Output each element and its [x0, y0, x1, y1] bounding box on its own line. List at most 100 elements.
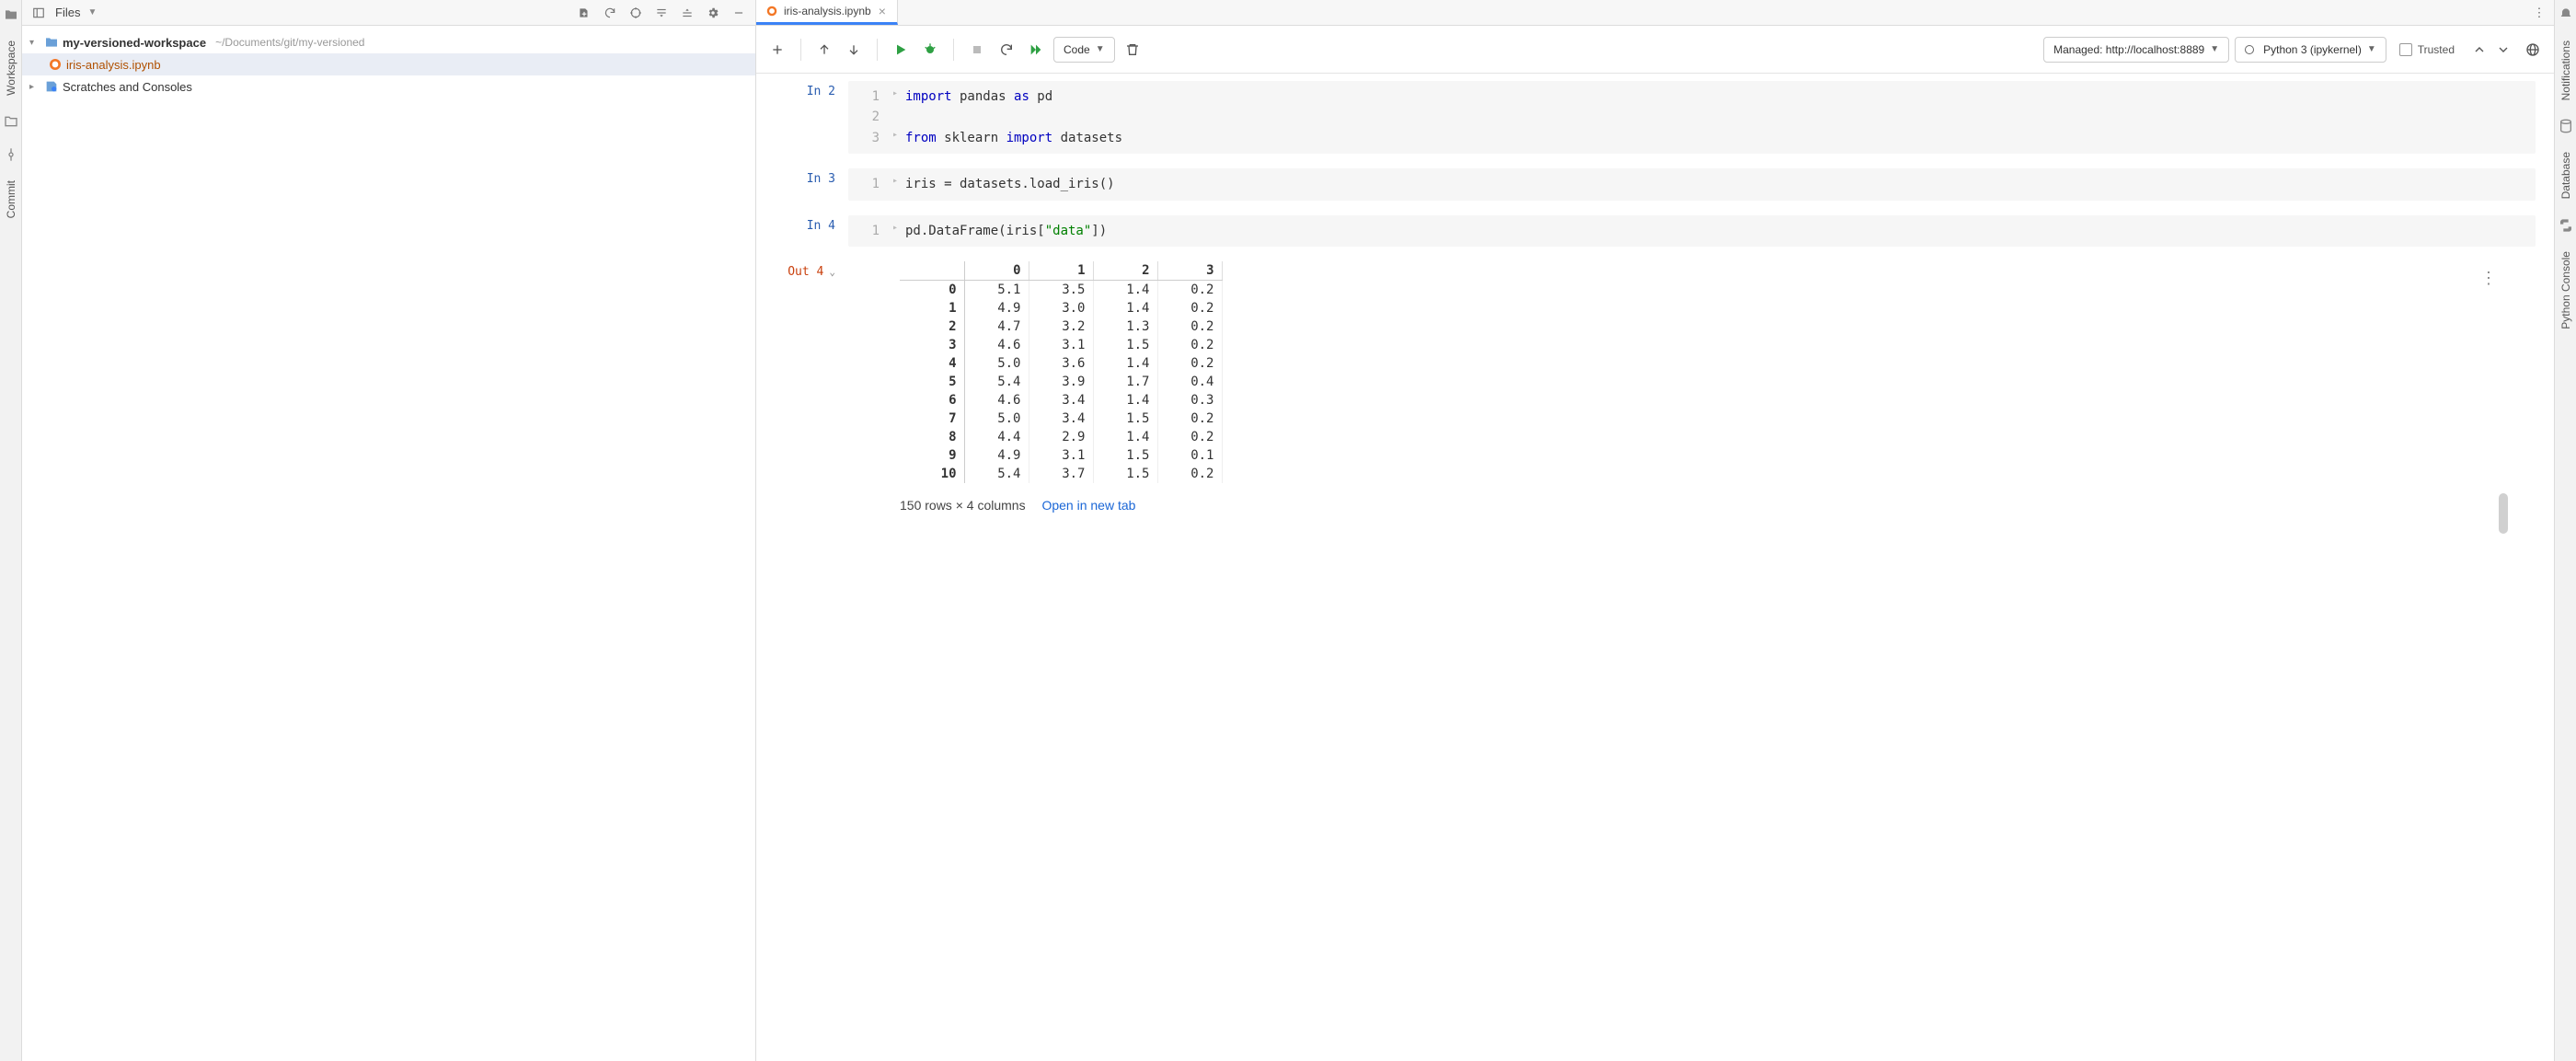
table-cell: 0.1 — [1157, 446, 1222, 465]
table-row[interactable]: 84.42.91.40.2 — [900, 428, 1222, 446]
fold-icon[interactable]: ▸ — [892, 174, 903, 194]
tree-item-notebook[interactable]: iris-analysis.ipynb — [22, 53, 755, 75]
globe-icon[interactable] — [2521, 38, 2545, 62]
trusted-toggle[interactable]: Trusted — [2399, 43, 2455, 56]
kernel-label: Python 3 (ipykernel) — [2263, 43, 2362, 56]
close-icon[interactable]: × — [877, 4, 888, 18]
refresh-icon[interactable] — [601, 4, 619, 22]
rail-commit[interactable]: Commit — [5, 180, 17, 218]
settings-icon[interactable] — [704, 4, 722, 22]
table-row[interactable]: 45.03.61.40.2 — [900, 354, 1222, 373]
tree-root[interactable]: ▾ my-versioned-workspace ~/Documents/git… — [22, 31, 755, 53]
table-row[interactable]: 94.93.11.50.1 — [900, 446, 1222, 465]
expand-all-icon[interactable] — [652, 4, 671, 22]
table-row[interactable]: 05.13.51.40.2 — [900, 280, 1222, 299]
row-index: 4 — [900, 354, 964, 373]
line-number: 1 — [857, 174, 880, 194]
dataframe-shape: 150 rows × 4 columns — [900, 498, 1026, 513]
table-cell: 1.5 — [1093, 336, 1157, 354]
chevron-down-icon[interactable]: ▾ — [29, 38, 40, 48]
run-all-icon[interactable] — [1024, 38, 1048, 62]
collapse-all-icon[interactable] — [678, 4, 696, 22]
table-cell: 4.6 — [964, 391, 1029, 409]
column-header[interactable]: 1 — [1029, 261, 1093, 281]
table-cell: 0.4 — [1157, 373, 1222, 391]
table-cell: 0.2 — [1157, 299, 1222, 317]
tree-scratches[interactable]: ▸ Scratches and Consoles — [22, 75, 755, 98]
table-cell: 0.3 — [1157, 391, 1222, 409]
chevron-right-icon[interactable]: ▸ — [29, 82, 40, 92]
column-header[interactable]: 0 — [964, 261, 1029, 281]
row-index: 6 — [900, 391, 964, 409]
move-up-icon[interactable] — [812, 38, 836, 62]
code-text: import pandas as pd — [905, 86, 1052, 107]
target-icon[interactable] — [627, 4, 645, 22]
add-file-icon[interactable] — [575, 4, 593, 22]
code-cell[interactable]: In 21▸import pandas as pd23▸from sklearn… — [756, 74, 2554, 161]
prev-icon[interactable] — [2467, 38, 2491, 62]
row-index: 10 — [900, 465, 964, 483]
chevron-down-icon: ▼ — [2367, 44, 2376, 54]
table-row[interactable]: 34.63.11.50.2 — [900, 336, 1222, 354]
rail-notifications[interactable]: Notifications — [2559, 40, 2572, 100]
debug-cell-icon[interactable] — [918, 38, 942, 62]
table-row[interactable]: 105.43.71.50.2 — [900, 465, 1222, 483]
notebook-body: In 21▸import pandas as pd23▸from sklearn… — [756, 74, 2554, 1061]
row-index: 3 — [900, 336, 964, 354]
table-row[interactable]: 14.93.01.40.2 — [900, 299, 1222, 317]
line-number: 3 — [857, 128, 880, 148]
scratches-icon — [44, 79, 59, 94]
table-row[interactable]: 55.43.91.70.4 — [900, 373, 1222, 391]
code-area[interactable]: 1▸pd.DataFrame(iris["data"]) — [848, 215, 2536, 247]
fold-icon[interactable]: ▸ — [892, 128, 903, 148]
collapse-output-icon[interactable]: ⌄ — [829, 266, 835, 278]
next-icon[interactable] — [2491, 38, 2515, 62]
scrollbar-thumb[interactable] — [2499, 493, 2508, 534]
fold-icon[interactable]: ▸ — [892, 86, 903, 107]
tab-iris-analysis[interactable]: iris-analysis.ipynb × — [756, 0, 898, 25]
run-cell-icon[interactable] — [889, 38, 913, 62]
python-icon[interactable] — [2559, 218, 2573, 233]
table-cell: 4.9 — [964, 299, 1029, 317]
server-dropdown[interactable]: Managed: http://localhost:8889 ▼ — [2043, 37, 2229, 63]
rail-python-console[interactable]: Python Console — [2559, 251, 2572, 329]
column-header[interactable]: 3 — [1157, 261, 1222, 281]
input-prompt: In 4 — [756, 215, 848, 247]
rail-database[interactable]: Database — [2559, 152, 2572, 199]
stop-icon[interactable] — [965, 38, 989, 62]
code-cell[interactable]: In 41▸pd.DataFrame(iris["data"]) — [756, 208, 2554, 254]
kernel-dropdown[interactable]: Python 3 (ipykernel) ▼ — [2235, 37, 2386, 63]
table-cell: 5.4 — [964, 373, 1029, 391]
table-row[interactable]: 64.63.41.40.3 — [900, 391, 1222, 409]
code-area[interactable]: 1 ▸iris = datasets.load_iris() — [848, 168, 2536, 200]
column-header[interactable]: 2 — [1093, 261, 1157, 281]
open-new-tab-link[interactable]: Open in new tab — [1041, 498, 1135, 513]
folder-icon — [44, 35, 59, 50]
fold-icon[interactable]: ▸ — [892, 221, 903, 241]
rail-workspace[interactable]: Workspace — [5, 40, 17, 96]
table-cell: 3.7 — [1029, 465, 1093, 483]
table-cell: 4.4 — [964, 428, 1029, 446]
add-cell-icon[interactable] — [765, 38, 789, 62]
dropdown-caret-icon[interactable]: ▼ — [87, 7, 97, 17]
code-cell[interactable]: In 31▸iris = datasets.load_iris() — [756, 161, 2554, 207]
cell-type-dropdown[interactable]: Code ▼ — [1053, 37, 1115, 63]
restart-icon[interactable] — [995, 38, 1018, 62]
checkbox-icon[interactable] — [2399, 43, 2412, 56]
table-row[interactable]: 24.73.21.30.2 — [900, 317, 1222, 336]
move-down-icon[interactable] — [842, 38, 866, 62]
table-row[interactable]: 75.03.41.50.2 — [900, 409, 1222, 428]
table-cell: 3.2 — [1029, 317, 1093, 336]
output-more-icon[interactable]: ⋮ — [2480, 269, 2499, 288]
bell-icon[interactable] — [2559, 7, 2573, 22]
project-title: Files — [55, 6, 80, 19]
database-icon[interactable] — [2559, 119, 2573, 133]
fold-icon[interactable] — [892, 107, 903, 127]
code-text: iris = datasets.load_iris() — [905, 174, 1115, 194]
table-cell: 4.7 — [964, 317, 1029, 336]
panel-icon[interactable] — [29, 4, 48, 22]
more-tabs-icon[interactable]: ⋮ — [2530, 4, 2548, 22]
code-area[interactable]: 1▸import pandas as pd23▸from sklearn imp… — [848, 81, 2536, 154]
delete-cell-icon[interactable] — [1121, 38, 1144, 62]
minimize-icon[interactable] — [730, 4, 748, 22]
